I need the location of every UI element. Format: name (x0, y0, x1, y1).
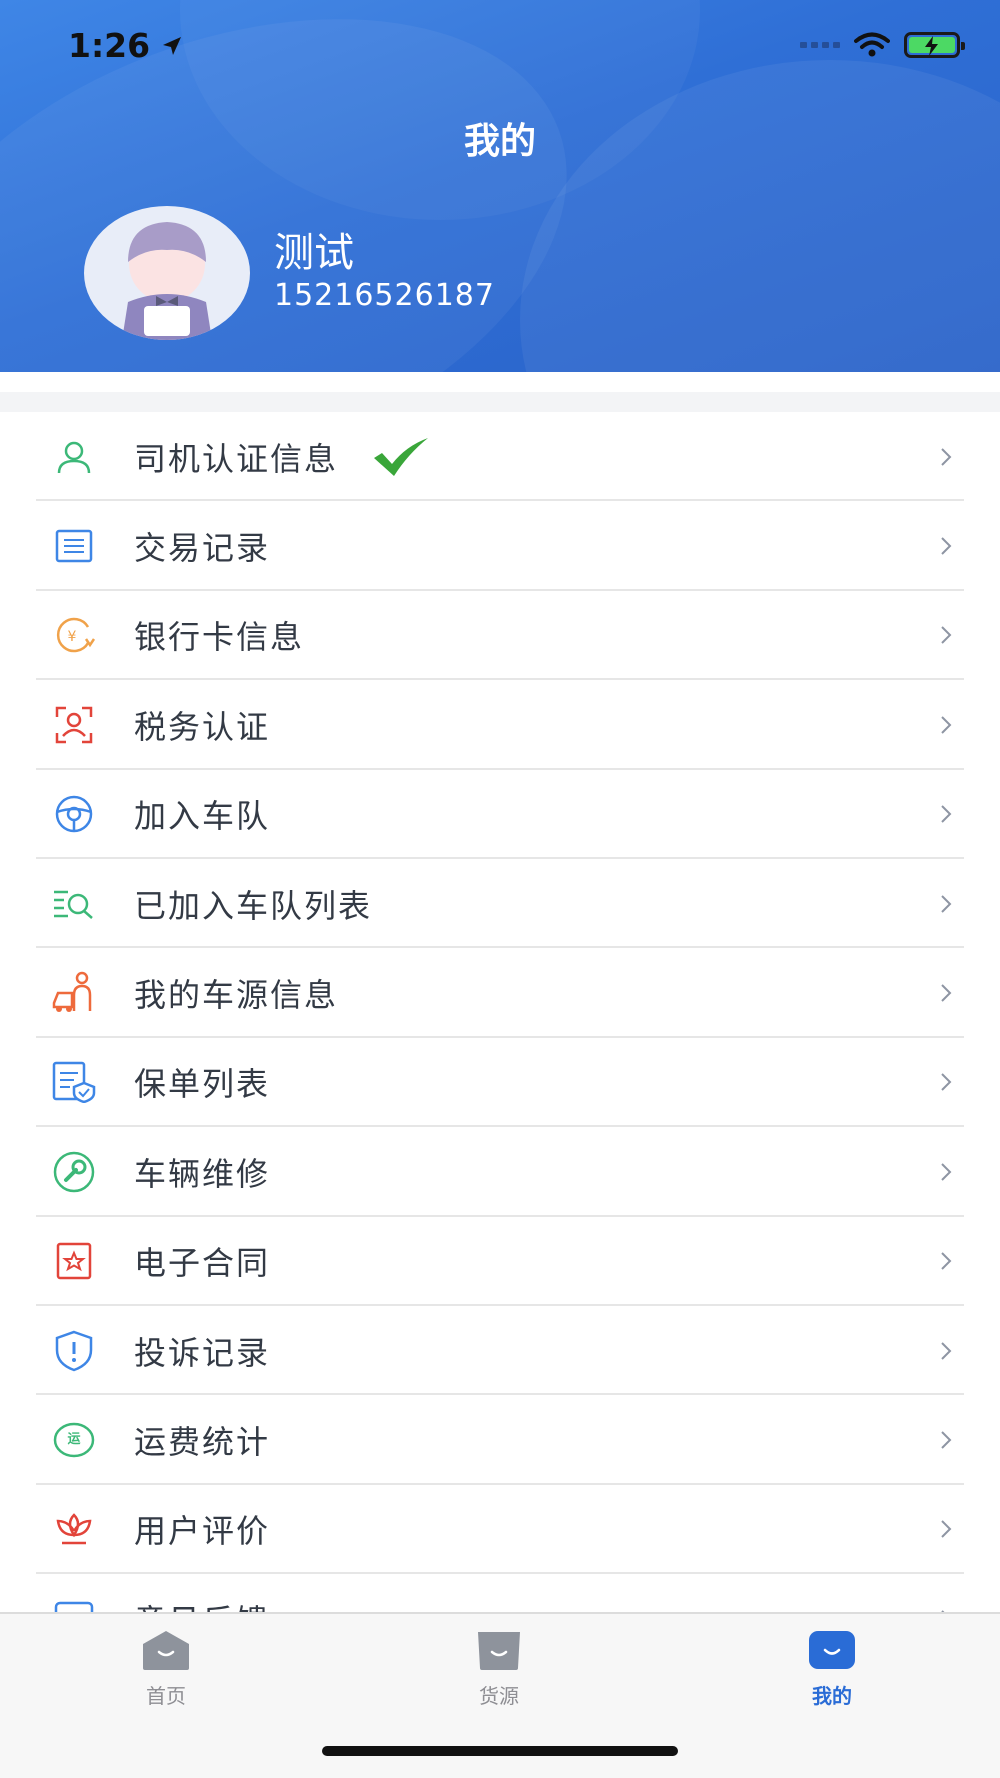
chevron-right-icon (941, 805, 952, 823)
menu-item-label: 意见反馈 (134, 1596, 270, 1612)
home-indicator[interactable] (322, 1746, 678, 1756)
page-title: 我的 (463, 121, 536, 162)
steering-wheel-icon (52, 792, 96, 836)
menu-item-label: 用户评价 (134, 1512, 271, 1551)
menu-item-label: 交易记录 (134, 529, 271, 568)
chevron-right-icon (941, 1073, 952, 1092)
chevron-right-icon (941, 537, 952, 555)
menu-item-label: 银行卡信息 (134, 618, 305, 657)
chevron-right-icon (941, 716, 952, 734)
menu-item-label: 电子合同 (134, 1244, 271, 1283)
menu-item-user-reviews[interactable]: 用户评价 (0, 1485, 1000, 1575)
shield-alert-icon (52, 1329, 96, 1373)
menu-item-e-contract[interactable]: 电子合同 (0, 1217, 1000, 1306)
wifi-icon (854, 32, 890, 57)
user-name: 测试 (274, 230, 354, 276)
menu-item-bank-card[interactable]: ¥ 银行卡信息 (0, 591, 1000, 681)
battery-icon (904, 32, 965, 58)
avatar[interactable] (84, 206, 250, 340)
menu-item-label: 司机认证信息 (134, 439, 339, 478)
menu-item-label: 车辆维修 (134, 1154, 271, 1193)
menu-item-joined-fleets[interactable]: 已加入车队列表 (0, 859, 1000, 949)
person-car-icon (52, 971, 96, 1015)
cargo-bag-icon (474, 1630, 524, 1670)
menu-item-label: 加入车队 (134, 797, 271, 836)
chevron-right-icon (941, 447, 952, 466)
freight-badge-text: 运 (67, 1431, 81, 1447)
menu-item-label: 已加入车队列表 (134, 886, 373, 925)
chevron-right-icon (941, 984, 952, 1002)
menu-item-label: 我的车源信息 (134, 976, 339, 1015)
tab-cargo-source[interactable]: 货源 (419, 1630, 579, 1709)
menu-item-complaint-records[interactable]: 投诉记录 (0, 1306, 1000, 1396)
contract-star-icon (52, 1239, 96, 1283)
user-icon (52, 435, 96, 479)
chevron-right-icon (941, 1520, 952, 1539)
menu-item-join-fleet[interactable]: 加入车队 (0, 770, 1000, 859)
verified-check-icon (374, 438, 428, 476)
menu-list: 司机认证信息 交易记录 ¥ 银行卡信息 税务认证 加入车队 已加入车队列表 我的… (0, 412, 1000, 1612)
location-arrow-icon (163, 36, 182, 55)
menu-item-feedback[interactable]: 意见反馈 (0, 1574, 1000, 1612)
menu-item-label: 保单列表 (134, 1065, 271, 1104)
chevron-right-icon (941, 894, 952, 913)
menu-item-freight-statistics[interactable]: 运 运费统计 (0, 1395, 1000, 1485)
menu-item-policy-list[interactable]: 保单列表 (0, 1038, 1000, 1128)
profile-smile-icon (807, 1630, 857, 1670)
chevron-right-icon (941, 626, 952, 645)
menu-item-label: 运费统计 (134, 1422, 271, 1461)
status-time: 1:26 (68, 26, 184, 65)
home-icon (141, 1630, 191, 1670)
feedback-icon (52, 1597, 96, 1612)
profile-header: 1:26 我的 测试 15216526187 (0, 0, 1000, 372)
lotus-icon (52, 1507, 96, 1551)
menu-item-transaction-records[interactable]: 交易记录 (0, 501, 1000, 591)
chevron-right-icon (941, 1252, 952, 1270)
chevron-right-icon (941, 1163, 952, 1181)
cellular-signal-icon (800, 42, 840, 48)
status-indicators (800, 32, 965, 58)
menu-item-my-vehicle-source[interactable]: 我的车源信息 (0, 948, 1000, 1038)
menu-item-label: 投诉记录 (134, 1333, 271, 1372)
chevron-right-icon (941, 1431, 952, 1449)
list-icon (52, 524, 96, 568)
user-phone: 15216526187 (274, 278, 495, 313)
wrench-icon (52, 1150, 96, 1194)
chevron-right-icon (941, 1341, 952, 1360)
menu-item-driver-certification[interactable]: 司机认证信息 (0, 412, 1000, 502)
menu-item-tax-certification[interactable]: 税务认证 (0, 680, 1000, 770)
policy-shield-icon (52, 1060, 96, 1104)
face-scan-icon (52, 703, 96, 747)
yen-coin-icon: ¥ (52, 613, 96, 657)
tab-home[interactable]: 首页 (86, 1630, 246, 1709)
section-separator (0, 372, 1000, 412)
tab-mine[interactable]: 我的 (752, 1630, 912, 1709)
menu-item-vehicle-repair[interactable]: 车辆维修 (0, 1127, 1000, 1217)
svg-text:¥: ¥ (68, 629, 77, 645)
search-list-icon (52, 882, 96, 926)
freight-badge-icon: 运 (52, 1418, 96, 1462)
menu-item-label: 税务认证 (134, 707, 271, 746)
